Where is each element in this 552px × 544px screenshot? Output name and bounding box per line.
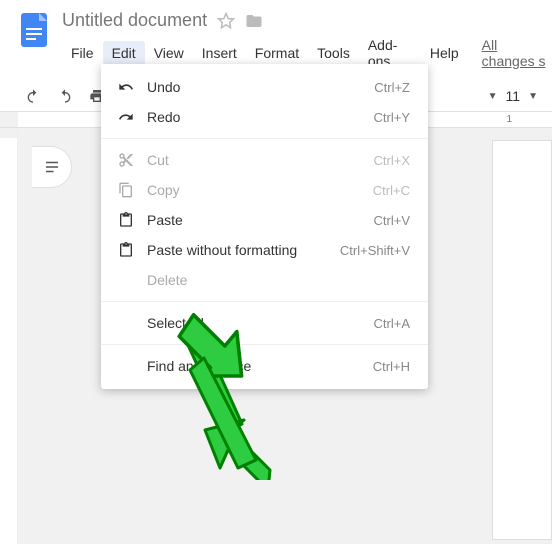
document-title[interactable]: Untitled document [62, 10, 207, 31]
paste-icon [115, 242, 137, 258]
document-page[interactable] [492, 140, 552, 540]
menu-item-label: Find and replace [147, 358, 373, 374]
menu-item-delete: Delete [101, 265, 428, 295]
menu-edit[interactable]: Edit [103, 41, 145, 65]
menu-item-select-all[interactable]: Select allCtrl+A [101, 308, 428, 338]
folder-icon[interactable] [245, 12, 263, 30]
all-changes-link[interactable]: All changes s [482, 37, 552, 69]
menu-item-label: Cut [147, 152, 374, 168]
menu-file[interactable]: File [62, 41, 103, 65]
paste-icon [115, 212, 137, 228]
menu-item-find-and-replace[interactable]: Find and replaceCtrl+H [101, 351, 428, 381]
star-icon[interactable] [217, 12, 235, 30]
cut-icon [115, 152, 137, 168]
menu-item-shortcut: Ctrl+A [374, 316, 410, 331]
outline-button[interactable] [32, 146, 72, 188]
menu-item-paste[interactable]: PasteCtrl+V [101, 205, 428, 235]
undo-icon [115, 79, 137, 95]
docs-logo-icon[interactable] [14, 10, 54, 50]
ruler-mark: 1 [506, 114, 512, 125]
menu-item-shortcut: Ctrl+V [374, 213, 410, 228]
redo-icon [115, 109, 137, 125]
menu-item-shortcut: Ctrl+Y [374, 110, 410, 125]
menu-item-label: Paste without formatting [147, 242, 340, 258]
menu-item-label: Paste [147, 212, 374, 228]
title-row: Untitled document [62, 8, 552, 31]
vertical-ruler [0, 128, 18, 544]
menu-separator [101, 344, 428, 345]
menu-item-label: Undo [147, 79, 374, 95]
menu-item-label: Delete [147, 272, 410, 288]
undo-icon[interactable] [24, 87, 42, 105]
menu-item-shortcut: Ctrl+H [373, 359, 410, 374]
menu-item-paste-without-formatting[interactable]: Paste without formattingCtrl+Shift+V [101, 235, 428, 265]
menu-item-shortcut: Ctrl+C [373, 183, 410, 198]
menu-item-label: Select all [147, 315, 374, 331]
menu-insert[interactable]: Insert [193, 41, 246, 65]
menu-help[interactable]: Help [421, 41, 468, 65]
menu-item-label: Redo [147, 109, 374, 125]
copy-icon [115, 182, 137, 198]
font-size-control[interactable]: ▼ 11 ▼ [488, 88, 538, 104]
font-size-value: 11 [506, 88, 521, 104]
chevron-down-icon[interactable]: ▼ [528, 91, 538, 102]
menu-item-cut: CutCtrl+X [101, 145, 428, 175]
menu-item-shortcut: Ctrl+Shift+V [340, 243, 410, 258]
menu-separator [101, 301, 428, 302]
menu-view[interactable]: View [145, 41, 193, 65]
menu-item-undo[interactable]: UndoCtrl+Z [101, 72, 428, 102]
menu-tools[interactable]: Tools [308, 41, 359, 65]
header: Untitled document File Edit View Insert … [0, 0, 552, 73]
menu-item-redo[interactable]: RedoCtrl+Y [101, 102, 428, 132]
menu-item-shortcut: Ctrl+X [374, 153, 410, 168]
menu-item-label: Copy [147, 182, 373, 198]
menu-format[interactable]: Format [246, 41, 308, 65]
menu-item-shortcut: Ctrl+Z [374, 80, 410, 95]
menu-item-copy: CopyCtrl+C [101, 175, 428, 205]
edit-dropdown-menu: UndoCtrl+ZRedoCtrl+YCutCtrl+XCopyCtrl+CP… [101, 64, 428, 389]
chevron-down-icon[interactable]: ▼ [488, 91, 498, 102]
redo-icon[interactable] [56, 87, 74, 105]
menu-separator [101, 138, 428, 139]
